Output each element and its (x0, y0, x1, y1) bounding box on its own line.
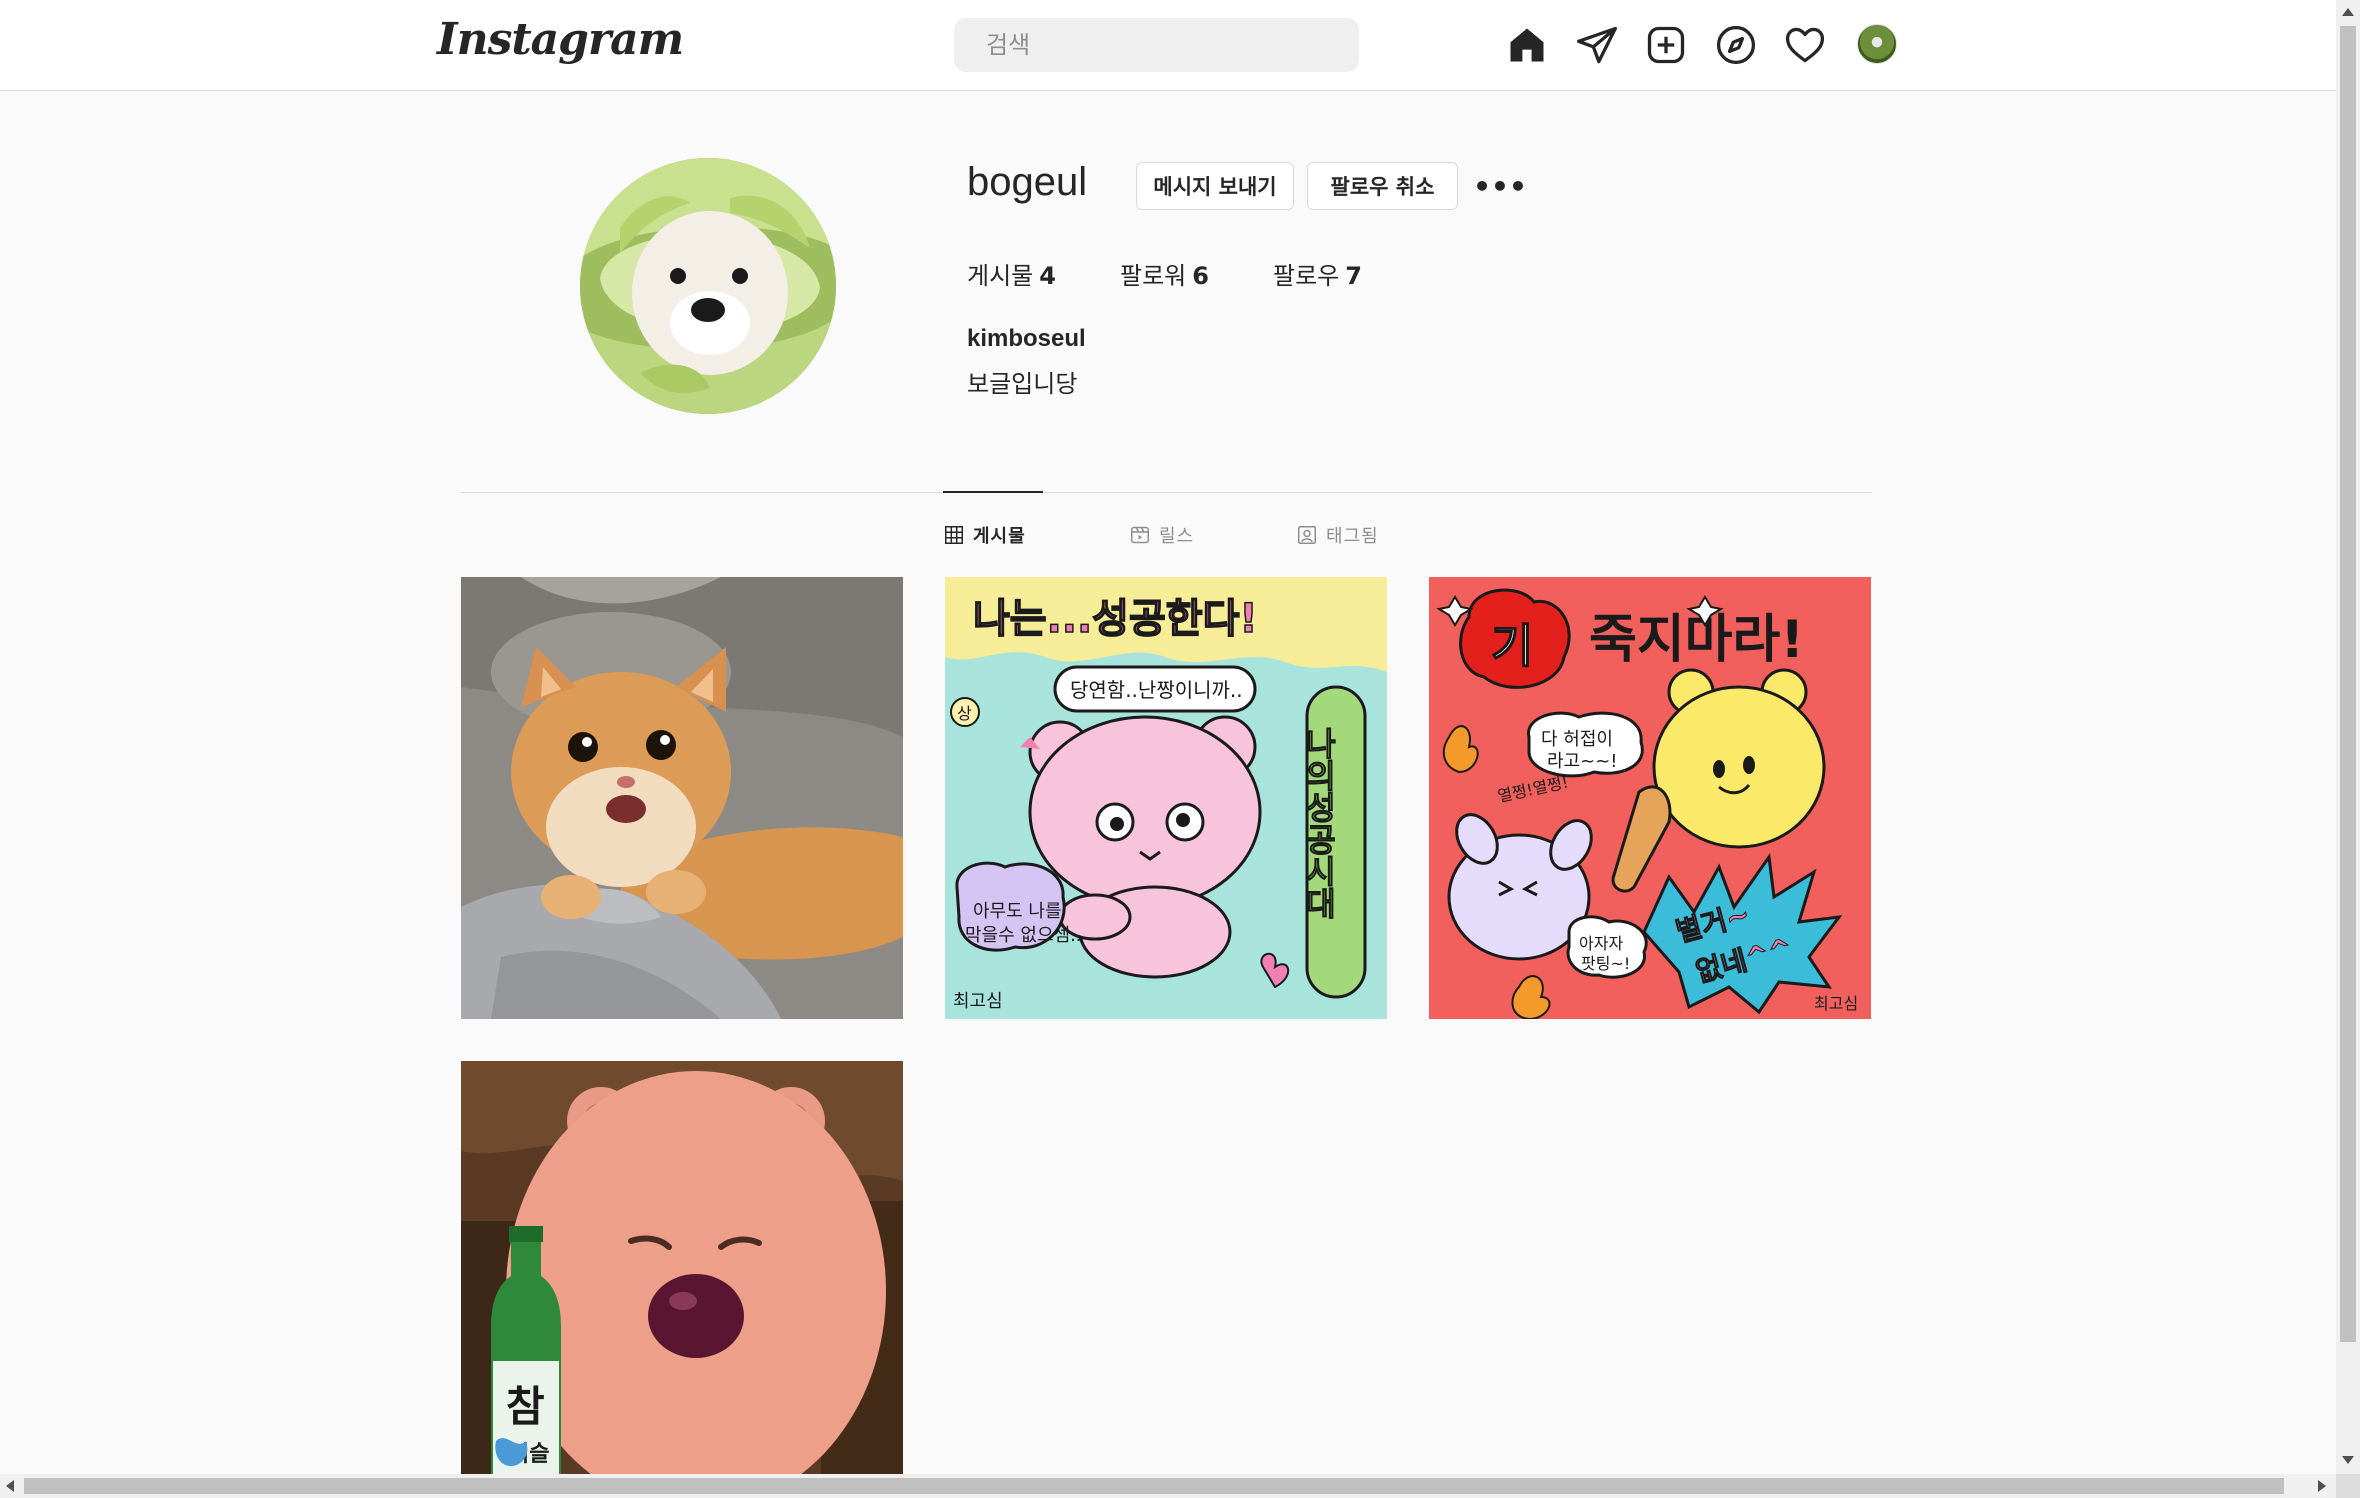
post-image-cat (461, 577, 903, 1019)
tab-posts[interactable]: 게시물 (945, 522, 1026, 548)
tab-tagged[interactable]: 태그됨 (1298, 522, 1379, 548)
scroll-up-arrow-icon[interactable] (2342, 8, 2354, 16)
scroll-right-arrow-icon[interactable] (2318, 1480, 2326, 1492)
grid-icon (945, 526, 963, 544)
tagged-icon (1298, 526, 1316, 544)
profile-bio: 보글입니당 (967, 370, 1078, 398)
reels-icon (1131, 526, 1149, 544)
vertical-scrollbar[interactable] (2336, 0, 2360, 1474)
direct-message-icon[interactable] (1575, 23, 1619, 67)
post-thumbnail-yellow-bear[interactable]: 기 죽지마라! 다 허접이 라고~~! 열쩡!열쩡! 별거~ 없네^^ 아자자 … (1429, 577, 1871, 1019)
post2-headline: 나는...성공한다! (973, 596, 1258, 642)
top-navigation-bar: Instagram (0, 0, 2336, 91)
search-box[interactable] (954, 18, 1359, 72)
post-image-pink-bear: 나는...성공한다! 당연함..난짱이니까.. 나의성공시대 아무도 나를 막을… (945, 577, 1387, 1019)
profile-picture-image (580, 158, 836, 414)
post3-bubble-line1: 다 허접이 (1541, 729, 1613, 750)
posts-stat-count: 4 (1039, 262, 1056, 290)
posts-count-stat: 게시물 4 (967, 256, 1056, 291)
followers-stat-label: 팔로워 (1120, 262, 1187, 290)
followers-stat[interactable]: 팔로워 6 (1120, 256, 1209, 291)
unfollow-button[interactable]: 팔로우 취소 (1307, 162, 1458, 210)
post3-bubble-line2: 라고~~! (1547, 751, 1618, 772)
active-tab-indicator (943, 491, 1043, 493)
vertical-scroll-thumb[interactable] (2340, 26, 2356, 1342)
tab-tagged-label: 태그됨 (1326, 526, 1379, 547)
post-image-yellow-bear: 기 죽지마라! 다 허접이 라고~~! 열쩡!열쩡! 별거~ 없네^^ 아자자 … (1429, 577, 1871, 1019)
horizontal-scroll-thumb[interactable] (24, 1478, 2284, 1494)
post2-badge: 상 (957, 704, 972, 723)
post2-signature: 최고심 (953, 991, 1003, 1012)
posts-stat-label: 게시물 (967, 262, 1034, 290)
instagram-profile-page: Instagram 검색 bogeul 메시지 보내기 팔로우 취소 ••• 게… (0, 0, 2360, 1498)
post2-top-bubble: 당연함..난짱이니까.. (1070, 678, 1243, 702)
scrollbar-corner (2336, 1474, 2360, 1498)
profile-full-name: kimboseul (967, 325, 1086, 352)
profile-picture[interactable] (580, 158, 836, 414)
followers-stat-count: 6 (1192, 262, 1209, 290)
tab-reels[interactable]: 릴스 (1131, 522, 1194, 548)
profile-avatar[interactable] (1857, 24, 1897, 64)
new-post-icon[interactable] (1644, 23, 1688, 67)
following-stat[interactable]: 팔로우 7 (1273, 256, 1362, 291)
instagram-logo[interactable]: Instagram (437, 14, 684, 65)
post3-headline-rest: 죽지마라! (1589, 610, 1804, 670)
post4-bottle-label: 참 (506, 1382, 545, 1431)
post3-signature: 최고심 (1814, 994, 1858, 1013)
following-stat-label: 팔로우 (1273, 262, 1340, 290)
tab-reels-label: 릴스 (1159, 526, 1195, 547)
scroll-down-arrow-icon[interactable] (2342, 1456, 2354, 1464)
post-thumbnail-pink-bear[interactable]: 나는...성공한다! 당연함..난짱이니까.. 나의성공시대 아무도 나를 막을… (945, 577, 1387, 1019)
post3-headline-ki: 기 (1491, 619, 1533, 673)
post3-cheer-line2: 팟팅~! (1581, 954, 1630, 973)
home-icon[interactable] (1505, 23, 1549, 67)
horizontal-scrollbar[interactable] (0, 1474, 2336, 1498)
post-thumbnail-cat[interactable] (461, 577, 903, 1019)
activity-heart-icon[interactable] (1783, 23, 1827, 67)
more-options-button[interactable]: ••• (1473, 170, 1527, 203)
tab-posts-label: 게시물 (973, 526, 1026, 547)
post2-bottom-bubble-line1: 아무도 나를 (973, 901, 1062, 922)
post2-bottom-bubble-line2: 막을수 없으셈.. (965, 925, 1082, 946)
section-divider (461, 492, 1872, 493)
scroll-left-arrow-icon[interactable] (6, 1480, 14, 1492)
following-stat-count: 7 (1345, 262, 1362, 290)
post-image-loopy: 참 이슬 (461, 1061, 903, 1474)
post3-cheer-line1: 아자자 (1579, 934, 1623, 953)
post-thumbnail-loopy[interactable]: 참 이슬 (461, 1061, 903, 1474)
search-input[interactable] (954, 18, 1359, 72)
send-message-button[interactable]: 메시지 보내기 (1136, 162, 1294, 210)
profile-username: bogeul (967, 160, 1088, 204)
explore-icon[interactable] (1714, 23, 1758, 67)
post2-side-text: 나의성공시대 (1300, 727, 1338, 919)
